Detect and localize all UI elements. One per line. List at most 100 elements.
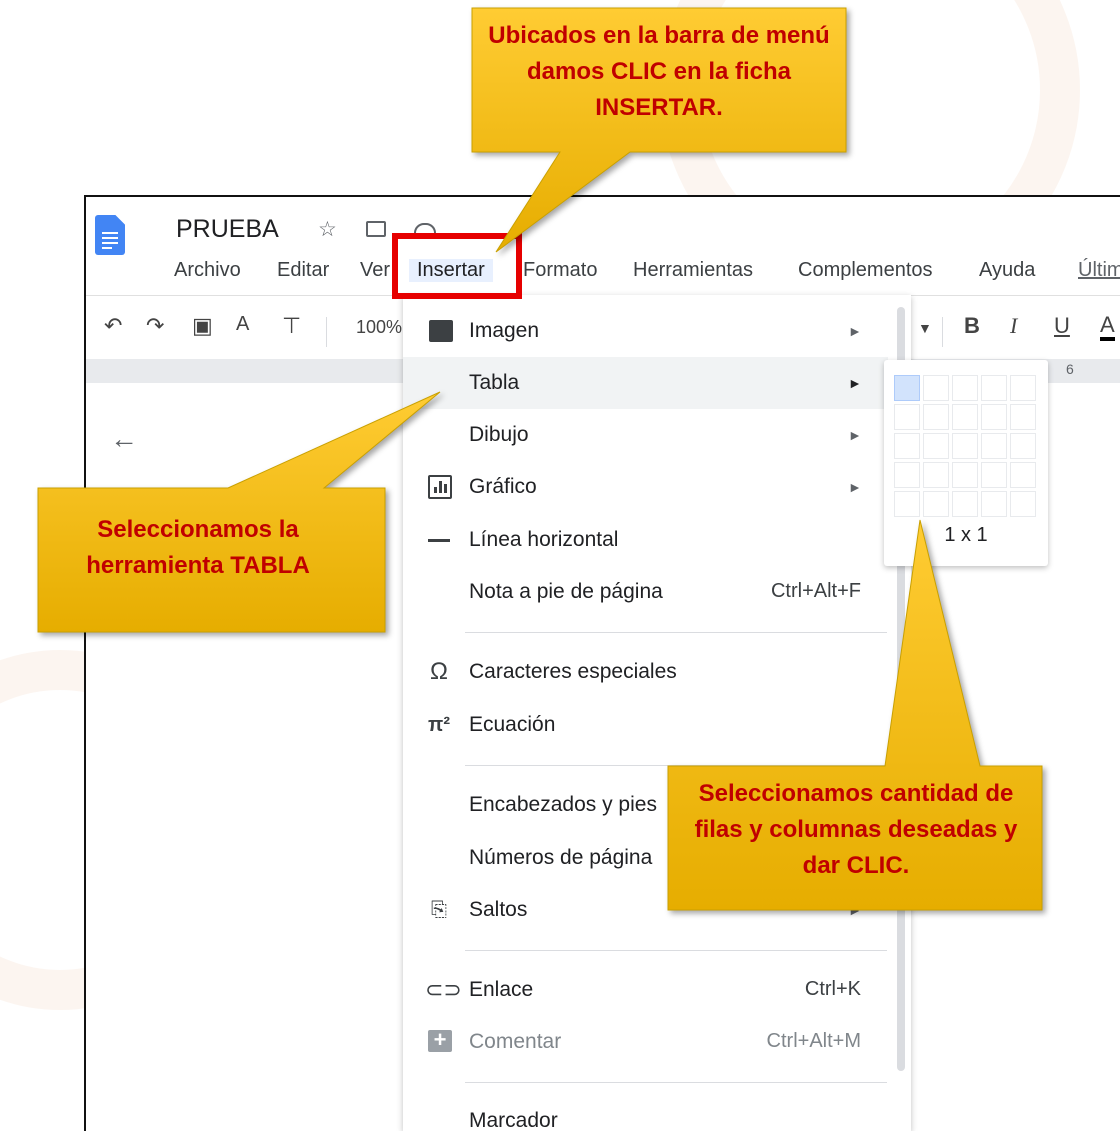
menu-herramientas[interactable]: Herramientas [633, 259, 753, 282]
menu-item-label: Imagen [469, 319, 540, 342]
menu-complementos[interactable]: Complementos [798, 259, 933, 282]
menu-item-enlace[interactable]: ⊂⊃ Enlace Ctrl+K [403, 964, 888, 1016]
table-grid-cell[interactable] [981, 491, 1007, 517]
page-break-icon: ⎘ [431, 899, 447, 921]
table-grid-cell[interactable] [981, 375, 1007, 401]
menu-item-label: Gráfico [469, 475, 537, 498]
submenu-arrow-icon: ► [848, 427, 862, 443]
table-grid-cell[interactable] [894, 404, 920, 430]
menu-divider [465, 1082, 887, 1083]
table-size-label: 1 x 1 [944, 524, 988, 546]
text-color-button[interactable]: A [1100, 313, 1115, 341]
menu-item-comentar[interactable]: + Comentar Ctrl+Alt+M [403, 1016, 888, 1068]
table-grid-cell[interactable] [923, 433, 949, 459]
table-grid-cell[interactable] [981, 462, 1007, 488]
back-arrow-icon[interactable]: ← [110, 423, 138, 455]
table-grid-cell[interactable] [923, 404, 949, 430]
menu-editar[interactable]: Editar [277, 259, 329, 282]
table-grid-cell[interactable] [923, 375, 949, 401]
table-grid-cell[interactable] [894, 375, 920, 401]
omega-icon: Ω [430, 658, 448, 685]
spellcheck-icon[interactable]: A [236, 313, 249, 336]
table-grid-cell[interactable] [952, 491, 978, 517]
table-grid-cell[interactable] [894, 462, 920, 488]
paint-format-icon[interactable]: ⊤ [282, 313, 301, 339]
menu-item-label: Enlace [469, 978, 534, 1001]
table-grid-cell[interactable] [894, 491, 920, 517]
chart-icon [428, 475, 452, 499]
italic-button[interactable]: I [1010, 313, 1017, 339]
menu-item-dibujo[interactable]: Dibujo ► [403, 409, 888, 461]
menu-divider [465, 765, 887, 766]
menu-item-label: Ecuación [469, 713, 556, 736]
callout-top-text: Ubicados en la barra de menú damos CLIC … [488, 22, 830, 121]
menu-item-imagen[interactable]: Imagen ► [403, 305, 888, 357]
document-title[interactable]: PRUEBA [176, 215, 279, 244]
link-icon: ⊂⊃ [425, 977, 462, 1002]
toolbar-separator [326, 317, 327, 347]
toolbar-separator [942, 317, 943, 347]
menu-item-saltos[interactable]: ⎘ Saltos ► [403, 884, 888, 936]
menu-item-nota-pie[interactable]: Nota a pie de página Ctrl+Alt+F [403, 566, 888, 618]
docs-logo-icon[interactable] [95, 215, 125, 255]
undo-icon[interactable]: ↶ [104, 313, 122, 339]
menu-ultima-modificacion[interactable]: Últim [1078, 259, 1120, 282]
shortcut-label: Ctrl+K [804, 978, 861, 1000]
table-grid-cell[interactable] [952, 375, 978, 401]
table-grid-cell[interactable] [952, 404, 978, 430]
table-grid-cell[interactable] [981, 433, 1007, 459]
menu-item-marcador[interactable]: Marcador [403, 1095, 888, 1131]
menu-item-label: Caracteres especiales [469, 660, 677, 683]
menu-item-label: Línea horizontal [469, 528, 619, 551]
table-grid-cell[interactable] [952, 433, 978, 459]
menu-archivo[interactable]: Archivo [174, 259, 241, 282]
menu-item-caracteres-especiales[interactable]: Ω Caracteres especiales [403, 646, 888, 698]
table-grid-cell[interactable] [952, 462, 978, 488]
table-grid-cell[interactable] [1010, 404, 1036, 430]
submenu-arrow-icon: ► [848, 479, 862, 495]
shortcut-label: Ctrl+Alt+M [766, 1030, 861, 1052]
menu-ayuda[interactable]: Ayuda [979, 259, 1035, 282]
menu-bar: Archivo Editar Ver Insertar Formato Herr… [86, 257, 1120, 287]
menu-item-label: Dibujo [469, 423, 529, 446]
ruler-marker: 6 [1066, 361, 1074, 377]
menu-formato[interactable]: Formato [523, 259, 597, 282]
print-icon[interactable]: ▣ [192, 313, 213, 339]
table-grid [894, 375, 1036, 517]
image-icon [429, 320, 453, 342]
callout-bottom-text: Seleccionamos cantidad de filas y column… [694, 780, 1018, 879]
menu-ver[interactable]: Ver [360, 259, 390, 282]
menu-item-label: Encabezados y pies [469, 793, 657, 816]
table-grid-cell[interactable] [923, 491, 949, 517]
table-grid-cell[interactable] [894, 433, 920, 459]
horizontal-line-icon [428, 539, 450, 542]
submenu-arrow-icon: ► [848, 323, 862, 339]
callout-left-text: Seleccionamos la herramienta TABLA [86, 516, 310, 579]
redo-icon[interactable]: ↷ [146, 313, 164, 339]
menu-item-tabla[interactable]: Tabla ► [403, 357, 888, 409]
underline-button[interactable]: U [1054, 313, 1070, 339]
table-grid-cell[interactable] [1010, 491, 1036, 517]
menu-divider [465, 950, 887, 951]
menu-item-label: Comentar [469, 1030, 562, 1053]
table-grid-cell[interactable] [981, 404, 1007, 430]
menu-item-linea-horizontal[interactable]: Línea horizontal [403, 514, 888, 566]
dropdown-arrow-icon[interactable]: ▼ [918, 320, 932, 336]
menu-item-label: Nota a pie de página [469, 580, 663, 603]
menu-item-ecuacion[interactable]: π² Ecuación [403, 699, 888, 751]
folder-move-icon[interactable] [366, 221, 386, 237]
insertar-highlight-box [392, 233, 522, 299]
zoom-select[interactable]: 100% [356, 317, 402, 338]
menu-item-grafico[interactable]: Gráfico ► [403, 461, 888, 513]
pi-icon: π² [428, 714, 450, 736]
table-grid-cell[interactable] [1010, 433, 1036, 459]
menu-divider [465, 632, 887, 633]
table-grid-cell[interactable] [1010, 375, 1036, 401]
table-grid-cell[interactable] [923, 462, 949, 488]
bold-button[interactable]: B [964, 313, 980, 339]
submenu-arrow-icon: ► [848, 902, 862, 918]
table-grid-cell[interactable] [1010, 462, 1036, 488]
comment-icon: + [428, 1029, 452, 1052]
submenu-arrow-icon: ► [848, 375, 862, 391]
star-icon[interactable]: ☆ [318, 217, 337, 242]
